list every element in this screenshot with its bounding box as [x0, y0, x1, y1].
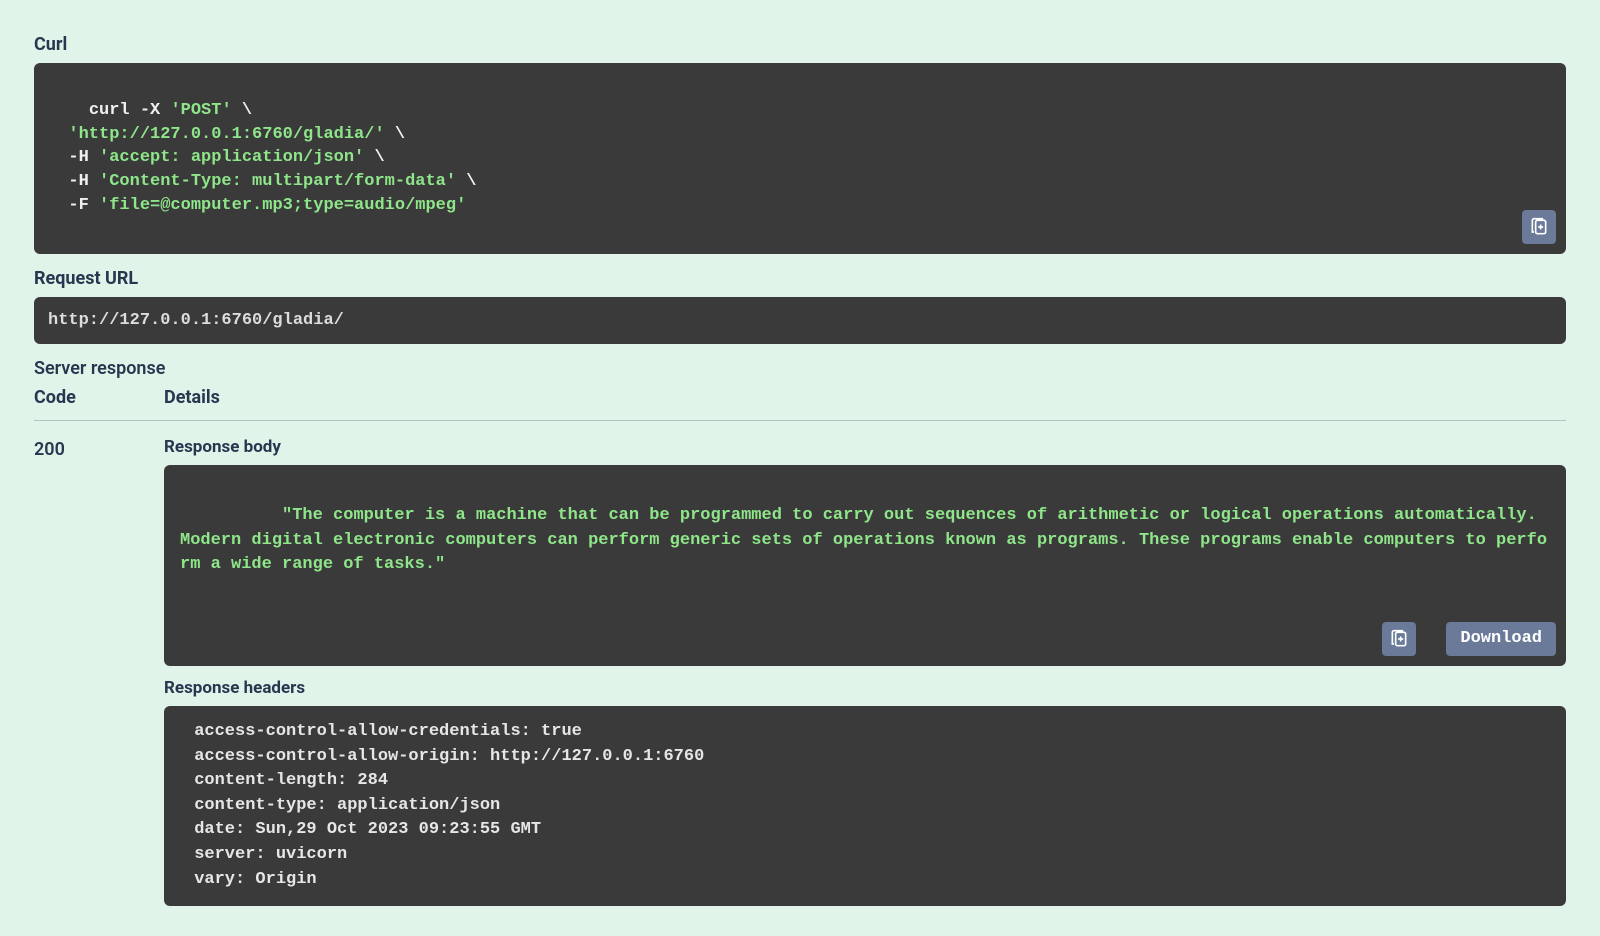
response-row: 200 Response body "The computer is a mac… [34, 437, 1566, 906]
response-table: Code Details 200 Response body "The comp… [34, 387, 1566, 906]
request-url-heading: Request URL [34, 268, 1566, 289]
curl-code: curl -X 'POST' \ 'http://127.0.0.1:6760/… [34, 63, 1566, 254]
download-button[interactable]: Download [1446, 622, 1556, 656]
response-table-header: Code Details [34, 387, 1566, 421]
curl-heading: Curl [34, 34, 1566, 55]
clipboard-icon [1389, 629, 1409, 649]
response-headers-heading: Response headers [164, 678, 1566, 698]
code-column-header: Code [34, 387, 164, 408]
server-response-heading: Server response [34, 358, 1566, 379]
curl-section: Curl curl -X 'POST' \ 'http://127.0.0.1:… [34, 34, 1566, 254]
clipboard-icon [1529, 217, 1549, 237]
status-code: 200 [34, 437, 164, 460]
response-headers: access-control-allow-credentials: true a… [164, 706, 1566, 906]
details-column-header: Details [164, 387, 1566, 408]
response-body-heading: Response body [164, 437, 1566, 457]
request-url-value: http://127.0.0.1:6760/gladia/ [34, 297, 1566, 345]
request-url-section: Request URL http://127.0.0.1:6760/gladia… [34, 268, 1566, 345]
response-body: "The computer is a machine that can be p… [164, 465, 1566, 665]
response-body-text: "The computer is a machine that can be p… [180, 506, 1547, 574]
copy-curl-button[interactable] [1522, 210, 1556, 244]
server-response-section: Server response Code Details 200 Respons… [34, 358, 1566, 906]
details-column: Response body "The computer is a machine… [164, 437, 1566, 906]
copy-body-button[interactable] [1382, 622, 1416, 656]
